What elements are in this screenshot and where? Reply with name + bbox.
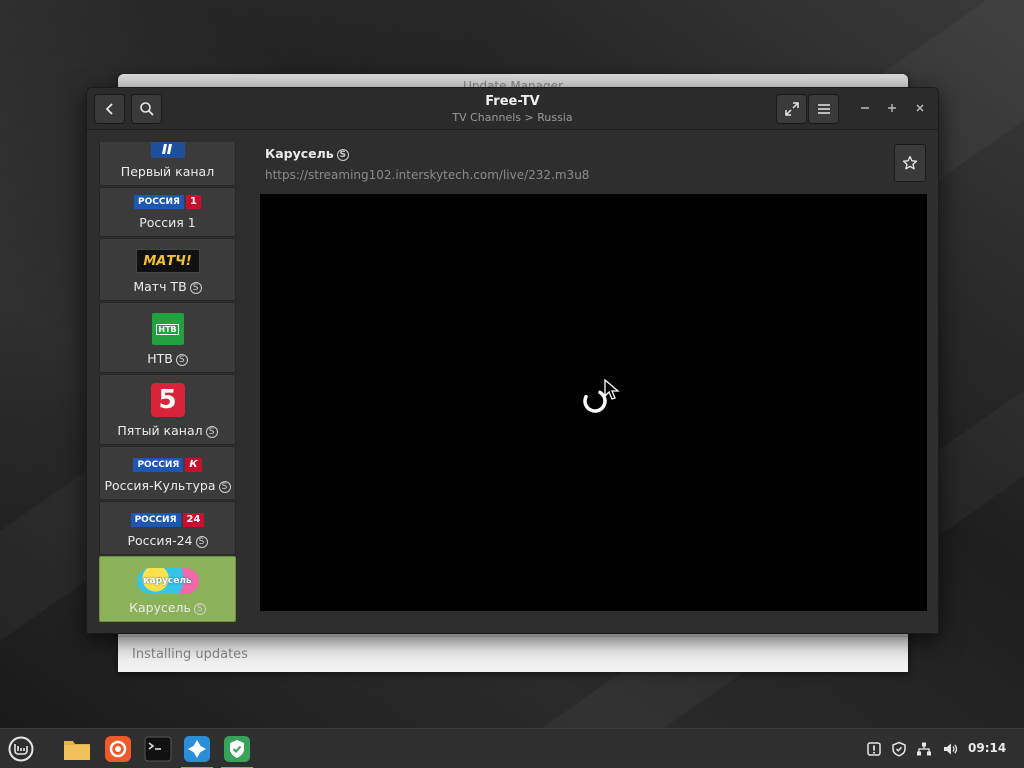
kultura-logo-mark: К	[185, 458, 202, 472]
karusel-logo-text: карусель	[143, 576, 192, 586]
channel-name: Россия 1	[139, 215, 196, 230]
terminal-icon	[144, 736, 172, 762]
channel-name: Россия-24	[127, 533, 193, 548]
shield-tray[interactable]	[890, 740, 908, 758]
channel-item-ntv[interactable]: НТВ НТВ S	[99, 302, 236, 373]
close-icon	[916, 104, 924, 112]
channel-item-rossia-24[interactable]: РОССИЯ 24 Россия-24 S	[99, 501, 236, 555]
ntv-logo-text: НТВ	[156, 323, 179, 335]
linux-mint-icon	[8, 736, 34, 762]
folder-icon	[64, 741, 90, 760]
pyatiy-logo: 5	[150, 383, 185, 417]
channel-item-perviy[interactable]: Первый канал	[99, 142, 236, 186]
stream-flag-icon: S	[189, 282, 202, 294]
minimize-button[interactable]	[856, 100, 874, 118]
maximize-icon	[888, 104, 896, 112]
close-button[interactable]	[911, 100, 929, 118]
star-icon	[902, 155, 918, 170]
rossia-logo-text: РОССИЯ	[134, 195, 184, 209]
channel-name: Первый канал	[120, 164, 215, 179]
minimize-icon	[861, 107, 869, 109]
rossia-kultura-logo: РОССИЯ К	[133, 458, 202, 472]
rossia-24-logo: РОССИЯ 24	[130, 513, 205, 527]
shield-icon	[892, 741, 906, 757]
mouse-cursor-icon	[604, 378, 620, 400]
stream-flag-icon: S	[195, 536, 208, 548]
rossia-24-logo-number: 24	[182, 513, 205, 527]
network-tray[interactable]	[915, 740, 933, 758]
maximize-button[interactable]	[883, 100, 901, 118]
stream-flag-icon: S	[218, 481, 231, 493]
firefox-icon	[105, 736, 131, 762]
clock[interactable]: 09:14	[968, 741, 1006, 755]
header-bar: Free-TV TV Channels > Russia	[87, 88, 938, 130]
rossia-1-logo: РОССИЯ 1	[134, 195, 201, 209]
stream-flag-icon: S	[175, 354, 188, 366]
rossia-logo-text: РОССИЯ	[130, 513, 181, 527]
karusel-logo: карусель	[136, 568, 199, 594]
channel-name: Матч ТВ	[133, 279, 187, 294]
perviy-logo	[150, 142, 185, 158]
rossia-1-logo-number: 1	[185, 195, 201, 209]
mint-menu-button[interactable]	[5, 733, 37, 765]
channel-name: Пятый канал	[117, 423, 203, 438]
channel-list: Первый канал РОССИЯ 1 Россия 1 МАТЧ! Мат…	[99, 142, 236, 622]
security-app-taskbar-item[interactable]	[221, 733, 253, 768]
channel-name: Россия-Культура	[104, 478, 216, 493]
channel-name: Карусель	[129, 600, 191, 615]
stream-flag-icon: S	[193, 603, 206, 615]
stream-url: https://streaming102.interskytech.com/li…	[265, 168, 590, 182]
channel-item-rossia-1[interactable]: РОССИЯ 1 Россия 1	[99, 187, 236, 237]
terminal-launcher[interactable]	[142, 733, 174, 765]
channel-item-match-tv[interactable]: МАТЧ! Матч ТВ S	[99, 238, 236, 301]
channel-item-pyatiy[interactable]: 5 Пятый канал S	[99, 374, 236, 445]
ntv-logo: НТВ	[151, 313, 184, 345]
match-logo-text: МАТЧ!	[143, 253, 192, 269]
channel-item-rossia-kultura[interactable]: РОССИЯ К Россия-Культура S	[99, 446, 236, 500]
channel-item-karusel[interactable]: карусель Карусель S	[99, 556, 236, 622]
files-launcher[interactable]	[61, 733, 93, 765]
video-player[interactable]	[260, 194, 927, 611]
fullscreen-button[interactable]	[776, 94, 807, 124]
free-tv-taskbar-item[interactable]	[181, 733, 213, 768]
speaker-volume-icon	[944, 743, 958, 755]
update-alert-icon	[867, 742, 881, 756]
free-tv-window: Free-TV TV Channels > Russia Первый кана…	[86, 87, 939, 634]
firefox-launcher[interactable]	[102, 733, 134, 765]
match-tv-logo: МАТЧ!	[135, 249, 200, 273]
taskbar: 09:14	[0, 728, 1024, 768]
update-status-text: Installing updates	[118, 636, 908, 672]
stream-flag-icon: S	[336, 149, 349, 161]
stream-flag-icon: S	[205, 426, 218, 438]
shield-check-icon	[224, 736, 250, 762]
menu-button[interactable]	[808, 94, 839, 124]
favorite-button[interactable]	[894, 144, 926, 182]
channel-name: НТВ	[147, 351, 173, 366]
free-tv-app-icon	[184, 736, 210, 762]
update-manager-tray[interactable]	[865, 740, 883, 758]
network-icon	[917, 742, 931, 756]
five-logo-text: 5	[158, 385, 177, 415]
hamburger-menu-icon	[817, 104, 830, 114]
volume-tray[interactable]	[941, 740, 959, 758]
rossia-logo-text: РОССИЯ	[133, 458, 184, 472]
fullscreen-icon	[784, 102, 799, 116]
current-channel-title: Карусель S	[265, 146, 349, 161]
